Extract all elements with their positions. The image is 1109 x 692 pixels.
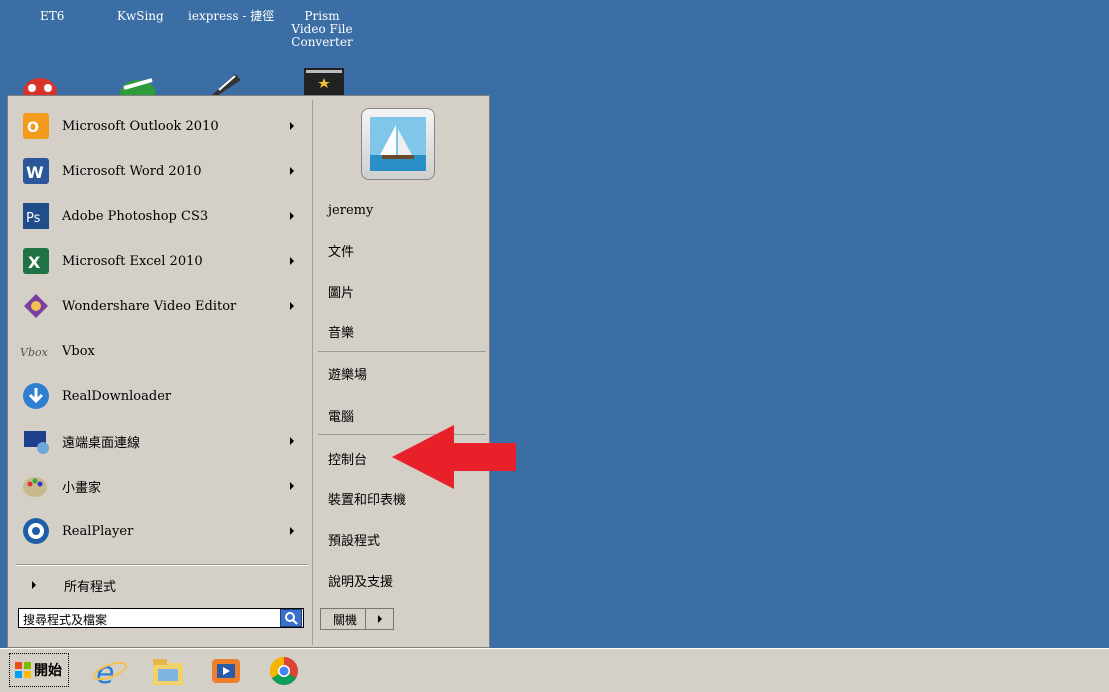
shutdown-button[interactable]: 關機 [320,608,394,630]
prism-video-icon[interactable] [304,68,344,98]
start-menu-programs-pane: O Microsoft Outlook 2010 W Microsoft Wor… [12,100,312,610]
word-icon: W [20,155,52,187]
submenu-arrow-icon [290,122,294,130]
places-item-music[interactable]: 音樂 [328,322,354,341]
desktop-icon-label-et6[interactable]: ET6 [40,10,64,23]
realdownloader-icon [20,380,52,412]
iexpress-icon[interactable] [205,66,245,96]
svg-text:Vbox: Vbox [20,346,49,359]
program-label: RealPlayer [62,523,134,539]
places-item-user[interactable]: jeremy [328,203,373,218]
program-outlook[interactable]: O Microsoft Outlook 2010 [16,106,308,146]
places-item-computer[interactable]: 電腦 [328,406,354,425]
svg-text:W: W [26,163,44,182]
red-annotation-arrow-icon [392,425,516,489]
desktop-icon-label-prism[interactable]: Prism Video File Converter [286,10,358,49]
paint-icon [20,470,52,502]
excel-icon: X [20,245,52,277]
all-programs[interactable]: 所有程式 [16,570,308,600]
game-controller-icon[interactable] [20,66,60,96]
submenu-arrow-icon [290,212,294,220]
places-item-documents[interactable]: 文件 [328,241,354,260]
program-label: 小畫家 [62,480,102,496]
vbox-icon: Vbox [20,335,52,367]
program-label: Microsoft Outlook 2010 [62,118,219,134]
places-item-pictures[interactable]: 圖片 [328,282,354,301]
program-paint[interactable]: 小畫家 [16,466,308,506]
photoshop-icon: Ps [20,200,52,232]
media-player-icon[interactable] [208,655,244,687]
places-item-help-support[interactable]: 說明及支援 [328,571,393,590]
program-photoshop[interactable]: Ps Adobe Photoshop CS3 [16,196,308,236]
submenu-arrow-icon [290,527,294,535]
submenu-arrow-icon [290,482,294,490]
submenu-arrow-icon [290,167,294,175]
program-excel[interactable]: X Microsoft Excel 2010 [16,241,308,281]
submenu-arrow-icon [290,302,294,310]
submenu-arrow-icon [290,437,294,445]
divider [318,351,486,352]
shutdown-options-arrow-icon[interactable] [366,615,393,623]
desktop-icon-label-iexpress[interactable]: iexpress - 捷徑 [188,10,274,23]
explorer-icon[interactable] [150,655,186,687]
program-label: RealDownloader [62,388,172,404]
search-placeholder: 搜尋程式及檔案 [23,613,108,627]
sailboat-picture-icon [370,117,426,171]
places-item-default-programs[interactable]: 預設程式 [328,530,380,549]
wondershare-icon [20,290,52,322]
start-button[interactable]: 開始 [9,653,69,687]
program-wondershare[interactable]: Wondershare Video Editor [16,286,308,326]
program-label: Adobe Photoshop CS3 [62,208,209,224]
windows-logo-icon [15,662,31,678]
program-realdownloader[interactable]: RealDownloader [16,376,308,416]
places-item-control-panel[interactable]: 控制台 [328,449,367,468]
ie-icon[interactable]: e [92,655,128,687]
submenu-arrow-icon [290,257,294,265]
desktop-icon-label-kwsing[interactable]: KwSing [117,10,164,23]
program-label: Microsoft Excel 2010 [62,253,203,269]
search-input[interactable]: 搜尋程式及檔案 [18,608,304,628]
outlook-icon: O [20,110,52,142]
divider [16,565,308,566]
program-label: 遠端桌面連線 [62,435,141,451]
program-realplayer[interactable]: RealPlayer [16,511,308,551]
program-label: Microsoft Word 2010 [62,163,202,179]
program-vbox[interactable]: Vbox Vbox [16,331,308,371]
program-label: Vbox [62,343,95,359]
places-item-games[interactable]: 遊樂場 [328,364,367,383]
svg-text:X: X [28,253,41,272]
program-word[interactable]: W Microsoft Word 2010 [16,151,308,191]
start-label: 開始 [34,663,62,679]
shutdown-label: 關機 [321,609,367,629]
chrome-icon[interactable] [266,655,302,687]
svg-text:e: e [96,656,114,687]
magnifier-icon [285,612,298,625]
remote-desktop-icon [20,425,52,457]
user-avatar[interactable] [361,108,435,180]
places-item-devices-printers[interactable]: 裝置和印表機 [328,489,406,508]
realplayer-icon [20,515,52,547]
program-remote-desktop[interactable]: 遠端桌面連線 [16,421,308,461]
svg-text:Ps: Ps [26,211,41,226]
submenu-arrow-icon [32,581,36,589]
program-label: Wondershare Video Editor [62,298,237,314]
kwsing-icon[interactable] [118,66,158,96]
taskbar: 開始 e [0,648,1109,692]
all-programs-label: 所有程式 [64,579,117,595]
svg-text:O: O [27,120,39,136]
search-button[interactable] [280,609,302,627]
